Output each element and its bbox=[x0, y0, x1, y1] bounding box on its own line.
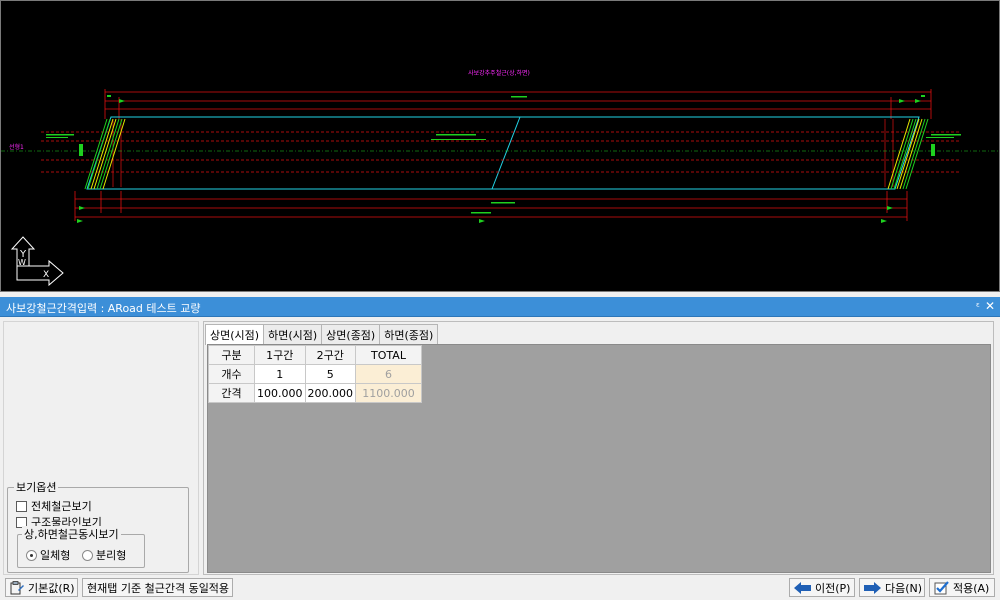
default-values-button[interactable]: 기본값(R) bbox=[5, 578, 78, 597]
close-icon[interactable]: ✕ bbox=[985, 299, 995, 313]
spacing-grid: 구분 1구간 2구간 TOTAL 개수 1 5 6 간격 100.000 200… bbox=[208, 345, 422, 403]
alignment-label: 선형1 bbox=[9, 143, 24, 151]
cad-viewport[interactable]: 사보강추주철근(상,하면) 선형1 Y X W bbox=[0, 0, 1000, 292]
previous-label: 이전(P) bbox=[815, 581, 851, 595]
row-label-spacing: 간격 bbox=[208, 383, 255, 403]
view-options-label: 보기옵션 bbox=[14, 479, 59, 495]
checkmark-icon bbox=[934, 580, 950, 595]
tab-top-end[interactable]: 상면(종점) bbox=[321, 324, 381, 344]
apply-same-spacing-button[interactable]: 현재탭 기준 철근간격 동일적용 bbox=[82, 578, 233, 597]
tab-strip: 상면(시점) 하면(시점) 상면(종점) 하면(종점) bbox=[205, 324, 439, 345]
table-row: 간격 100.000 200.000 1100.000 bbox=[208, 383, 422, 403]
default-values-label: 기본값(R) bbox=[28, 581, 75, 595]
main-rebar-lines bbox=[41, 119, 961, 187]
arrow-left-icon bbox=[794, 581, 812, 594]
view-options-group: 보기옵션 전체철근보기 구조물라인보기 상,하면철근동시보기 일체형 분리형 bbox=[7, 479, 189, 573]
simultaneous-view-label: 상,하면철근동시보기 bbox=[22, 526, 121, 542]
tab-bottom-start[interactable]: 하면(시점) bbox=[263, 324, 323, 344]
cad-drawing: 사보강추주철근(상,하면) 선형1 Y X W bbox=[1, 69, 999, 287]
simultaneous-view-group: 상,하면철근동시보기 일체형 분리형 bbox=[17, 526, 145, 568]
radio-unified-dot[interactable] bbox=[26, 549, 37, 561]
cell-count-total: 6 bbox=[355, 364, 422, 384]
cell-spacing-total: 1100.000 bbox=[355, 383, 422, 403]
apply-same-spacing-label: 현재탭 기준 철근간격 동일적용 bbox=[87, 581, 230, 595]
tab-top-start[interactable]: 상면(시점) bbox=[205, 324, 265, 345]
cad-annotations bbox=[46, 134, 961, 156]
pin-icon[interactable]: ᵋ bbox=[976, 300, 980, 313]
drawing-title: 사보강추주철근(상,하면) bbox=[468, 69, 530, 77]
left-skew-rebar bbox=[84, 118, 126, 190]
ucs-x-label: X bbox=[43, 270, 49, 280]
top-dimension-lines bbox=[104, 89, 932, 119]
previous-button[interactable]: 이전(P) bbox=[789, 578, 855, 597]
default-values-icon bbox=[10, 580, 25, 595]
radio-unified-label: 일체형 bbox=[40, 549, 71, 562]
arrow-right-icon bbox=[864, 581, 882, 594]
header-total: TOTAL bbox=[355, 345, 422, 365]
table-row: 개수 1 5 6 bbox=[208, 364, 422, 384]
cell-count-span-2[interactable]: 5 bbox=[304, 364, 356, 384]
radio-unified[interactable]: 일체형 bbox=[26, 547, 70, 563]
next-button[interactable]: 다음(N) bbox=[859, 578, 925, 597]
radio-separated[interactable]: 분리형 bbox=[82, 547, 126, 563]
tab-area: 상면(시점) 하면(시점) 상면(종점) 하면(종점) 구분 1구간 2구간 T… bbox=[203, 321, 994, 575]
grid-container: 구분 1구간 2구간 TOTAL 개수 1 5 6 간격 100.000 200… bbox=[207, 344, 991, 573]
checkbox-box[interactable] bbox=[16, 500, 27, 512]
next-label: 다음(N) bbox=[885, 581, 923, 595]
row-label-count: 개수 bbox=[208, 364, 255, 384]
radio-separated-label: 분리형 bbox=[96, 549, 127, 562]
deck-outline bbox=[86, 116, 920, 190]
cell-count-span-1[interactable]: 1 bbox=[254, 364, 306, 384]
header-span-1: 1구간 bbox=[254, 345, 306, 365]
radio-separated-dot[interactable] bbox=[82, 549, 93, 561]
cell-spacing-span-2[interactable]: 200.000 bbox=[304, 383, 356, 403]
header-span-2: 2구간 bbox=[304, 345, 356, 365]
tab-bottom-end[interactable]: 하면(종점) bbox=[379, 324, 439, 344]
cell-spacing-span-1[interactable]: 100.000 bbox=[254, 383, 306, 403]
show-all-rebar-checkbox[interactable]: 전체철근보기 bbox=[16, 498, 92, 514]
right-skew-rebar bbox=[887, 118, 929, 190]
panel-title: 사보강철근간격입력 : ARoad 테스트 교량 bbox=[6, 302, 201, 315]
panel-title-bar[interactable]: 사보강철근간격입력 : ARoad 테스트 교량 ᵋ ✕ bbox=[0, 297, 1000, 317]
header-category: 구분 bbox=[208, 345, 255, 365]
apply-button[interactable]: 적용(A) bbox=[929, 578, 995, 597]
apply-label: 적용(A) bbox=[953, 581, 990, 595]
grid-header-row: 구분 1구간 2구간 TOTAL bbox=[208, 345, 422, 365]
show-all-rebar-label: 전체철근보기 bbox=[31, 500, 92, 513]
bottom-dimension-markers bbox=[77, 96, 893, 223]
ucs-w-label: W bbox=[18, 258, 26, 267]
bottom-dimension-lines bbox=[74, 191, 908, 221]
